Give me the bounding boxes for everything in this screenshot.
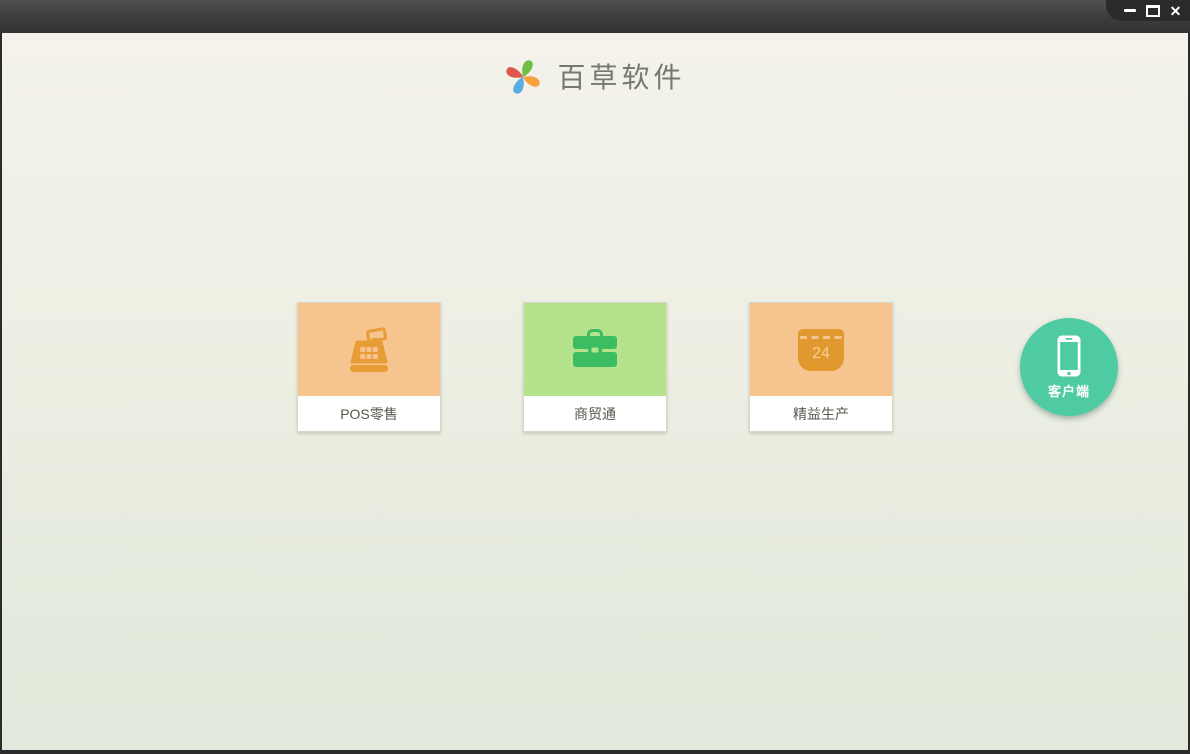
minimize-button[interactable] [1122, 3, 1137, 18]
minimize-icon [1123, 9, 1136, 12]
card-icon-area: 24 [750, 303, 892, 396]
cash-register-icon [345, 326, 393, 373]
card-icon-area [298, 303, 440, 396]
brand-header: 百草软件 [2, 56, 1188, 96]
card-label: 精益生产 [750, 396, 892, 431]
client-button-label: 客户端 [1047, 384, 1090, 399]
titlebar[interactable]: ✕ [0, 0, 1190, 33]
pinwheel-logo-icon [504, 57, 542, 95]
card-icon-area [524, 303, 666, 396]
close-button[interactable]: ✕ [1168, 3, 1183, 18]
calendar-day-number: 24 [812, 345, 830, 362]
smartphone-icon [1056, 334, 1082, 378]
window-controls: ✕ [1106, 0, 1190, 21]
card-label: 商贸通 [524, 396, 666, 431]
calendar-24-icon: 24 [798, 328, 844, 371]
maximize-button[interactable] [1145, 3, 1160, 18]
main-content: 百草软件 POS零售 商贸通 24 精益生产 客户端 [2, 33, 1188, 750]
client-button[interactable]: 客户端 [1020, 318, 1118, 416]
card-label: POS零售 [298, 396, 440, 431]
maximize-icon [1145, 4, 1160, 17]
briefcase-icon [571, 328, 619, 371]
product-card-pos-retail[interactable]: POS零售 [297, 302, 441, 432]
app-window: ✕ 百草软件 POS零售 商贸通 24 精益生产 客户端 [0, 0, 1190, 754]
close-icon: ✕ [1169, 2, 1182, 19]
product-card-trade[interactable]: 商贸通 [523, 302, 667, 432]
product-card-lean-production[interactable]: 24 精益生产 [749, 302, 893, 432]
app-title: 百草软件 [557, 61, 686, 94]
